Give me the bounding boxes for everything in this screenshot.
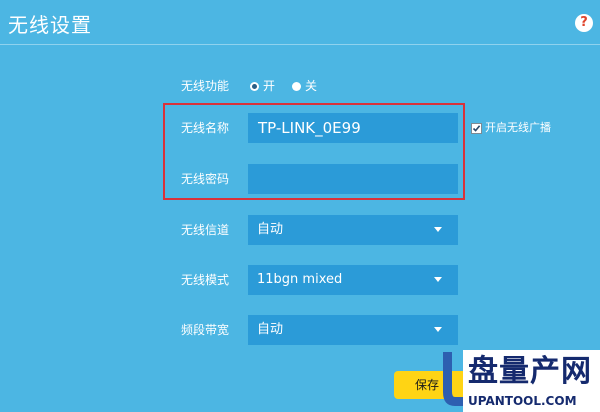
channel-select[interactable]: 自动 <box>248 215 458 245</box>
broadcast-label: 开启无线广播 <box>485 121 551 134</box>
ssid-input[interactable]: TP-LINK_0E99 <box>248 113 458 143</box>
check-icon <box>472 125 481 132</box>
radio-on-label: 开 <box>263 79 276 93</box>
channel-value: 自动 <box>257 222 284 237</box>
watermark-name: 盘量产网 <box>468 354 592 389</box>
bandwidth-value: 自动 <box>257 322 284 337</box>
mode-value: 11bgn mixed <box>257 272 343 287</box>
chevron-down-icon <box>434 277 442 282</box>
bandwidth-label: 频段带宽 <box>181 323 230 337</box>
help-icon[interactable]: ? <box>575 14 593 32</box>
radio-off-label: 关 <box>305 79 318 93</box>
mode-select[interactable]: 11bgn mixed <box>248 265 458 295</box>
broadcast-checkbox[interactable] <box>471 123 482 134</box>
chevron-down-icon <box>434 227 442 232</box>
mode-label: 无线模式 <box>181 273 230 287</box>
radio-off[interactable] <box>292 82 301 91</box>
bandwidth-select[interactable]: 自动 <box>248 315 458 345</box>
chevron-down-icon <box>434 327 442 332</box>
radio-on[interactable] <box>250 82 259 91</box>
password-label: 无线密码 <box>181 172 230 186</box>
password-input[interactable] <box>248 164 458 194</box>
wireless-function-label: 无线功能 <box>181 79 230 93</box>
title-divider <box>0 44 600 45</box>
watermark-logo: 盘量产网 UPANTOOL.COM <box>438 350 600 412</box>
watermark-domain: UPANTOOL.COM <box>468 394 577 408</box>
ssid-label: 无线名称 <box>181 121 230 135</box>
channel-label: 无线信道 <box>181 223 230 237</box>
page-title: 无线设置 <box>8 13 92 37</box>
